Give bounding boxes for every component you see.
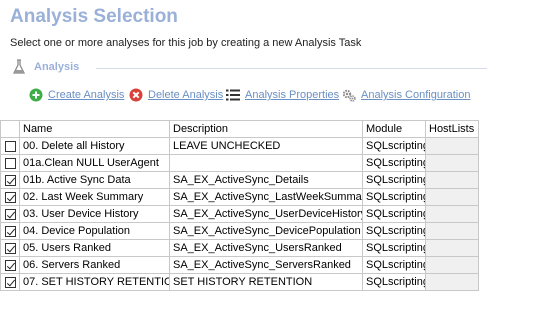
cell-name: 00. Delete all History (19, 137, 170, 155)
row-checkbox[interactable] (4, 242, 16, 254)
section-divider (96, 68, 487, 69)
cell-description: SA_EX_ActiveSync_UsersRanked (169, 239, 363, 257)
cell-description: SA_EX_ActiveSync_LastWeekSummary (169, 188, 363, 206)
cell-module: SQLscripting (362, 205, 426, 223)
flask-icon (12, 59, 26, 74)
column-header-hostlists[interactable]: HostLists (425, 120, 479, 138)
row-checkbox-cell[interactable] (0, 171, 20, 189)
cell-name: 05. Users Ranked (19, 239, 170, 257)
create-analysis-button[interactable]: Create Analysis (29, 86, 124, 104)
cell-name: 07. SET HISTORY RETENTION (19, 273, 170, 291)
cell-hostlists (425, 222, 479, 240)
cell-hostlists (425, 188, 479, 206)
cell-name: 03. User Device History (19, 205, 170, 223)
cell-hostlists (425, 154, 479, 172)
table-row[interactable]: 05. Users Ranked SA_EX_ActiveSync_UsersRa… (0, 239, 479, 257)
row-checkbox[interactable] (4, 208, 16, 220)
cell-description: SET HISTORY RETENTION (169, 273, 363, 291)
analysis-table: Name Description Module HostLists 00. De… (0, 120, 479, 291)
cell-module: SQLscripting (362, 171, 426, 189)
cell-module: SQLscripting (362, 137, 426, 155)
cell-name: 04. Device Population (19, 222, 170, 240)
cell-description (169, 154, 363, 172)
table-row[interactable]: 07. SET HISTORY RETENTION SET HISTORY RET… (0, 273, 479, 291)
cell-module: SQLscripting (362, 154, 426, 172)
row-checkbox[interactable] (4, 191, 16, 203)
row-checkbox-cell[interactable] (0, 205, 20, 223)
analysis-toolbar: Create Analysis Delete Analysis Analysis… (29, 86, 489, 104)
row-checkbox[interactable] (4, 157, 16, 169)
cell-hostlists (425, 137, 479, 155)
row-checkbox[interactable] (4, 140, 16, 152)
cell-hostlists (425, 273, 479, 291)
cell-hostlists (425, 239, 479, 257)
gears-icon (342, 89, 356, 102)
page-subtitle: Select one or more analyses for this job… (10, 37, 362, 49)
table-header-row: Name Description Module HostLists (0, 120, 479, 138)
row-checkbox-cell[interactable] (0, 188, 20, 206)
cell-name: 06. Servers Ranked (19, 256, 170, 274)
cell-description: LEAVE UNCHECKED (169, 137, 363, 155)
delete-analysis-button[interactable]: Delete Analysis (129, 86, 223, 104)
cell-description: SA_EX_ActiveSync_UserDeviceHistory (169, 205, 363, 223)
create-analysis-label[interactable]: Create Analysis (48, 89, 124, 101)
row-checkbox-cell[interactable] (0, 137, 20, 155)
table-row[interactable]: 00. Delete all History LEAVE UNCHECKED SQL… (0, 137, 479, 155)
row-checkbox-cell[interactable] (0, 222, 20, 240)
cell-name: 02. Last Week Summary (19, 188, 170, 206)
cell-module: SQLscripting (362, 222, 426, 240)
cell-name: 01a.Clean NULL UserAgent (19, 154, 170, 172)
row-checkbox[interactable] (4, 225, 16, 237)
analysis-configuration-label[interactable]: Analysis Configuration (361, 89, 470, 101)
plus-circle-icon (29, 88, 43, 102)
table-row[interactable]: 03. User Device History SA_EX_ActiveSync_… (0, 205, 479, 223)
cell-description: SA_EX_ActiveSync_Details (169, 171, 363, 189)
table-row[interactable]: 02. Last Week Summary SA_EX_ActiveSync_La… (0, 188, 479, 206)
column-header-module[interactable]: Module (362, 120, 426, 138)
table-row[interactable]: 06. Servers Ranked SA_EX_ActiveSync_Serve… (0, 256, 479, 274)
row-checkbox-cell[interactable] (0, 273, 20, 291)
analysis-properties-button[interactable]: Analysis Properties (226, 86, 339, 104)
row-checkbox[interactable] (4, 259, 16, 271)
analysis-configuration-button[interactable]: Analysis Configuration (342, 86, 470, 104)
cell-hostlists (425, 256, 479, 274)
analysis-properties-label[interactable]: Analysis Properties (245, 89, 339, 101)
table-row[interactable]: 01a.Clean NULL UserAgent SQLscripting (0, 154, 479, 172)
column-header-description[interactable]: Description (169, 120, 363, 138)
header-checkbox-cell (0, 120, 20, 138)
cell-module: SQLscripting (362, 239, 426, 257)
section-label: Analysis (34, 61, 80, 73)
row-checkbox-cell[interactable] (0, 239, 20, 257)
column-header-name[interactable]: Name (19, 120, 170, 138)
cell-hostlists (425, 205, 479, 223)
list-icon (226, 89, 240, 101)
row-checkbox-cell[interactable] (0, 256, 20, 274)
cell-module: SQLscripting (362, 273, 426, 291)
page-title: Analysis Selection (10, 6, 178, 27)
row-checkbox[interactable] (4, 174, 16, 186)
row-checkbox-cell[interactable] (0, 154, 20, 172)
cell-module: SQLscripting (362, 256, 426, 274)
cell-description: SA_EX_ActiveSync_DevicePopulation (169, 222, 363, 240)
cell-module: SQLscripting (362, 188, 426, 206)
delete-analysis-label[interactable]: Delete Analysis (148, 89, 223, 101)
analysis-section-header: Analysis (12, 58, 487, 78)
table-row[interactable]: 04. Device Population SA_EX_ActiveSync_De… (0, 222, 479, 240)
table-row[interactable]: 01b. Active Sync Data SA_EX_ActiveSync_De… (0, 171, 479, 189)
cell-description: SA_EX_ActiveSync_ServersRanked (169, 256, 363, 274)
cell-name: 01b. Active Sync Data (19, 171, 170, 189)
row-checkbox[interactable] (4, 276, 16, 288)
cell-hostlists (425, 171, 479, 189)
delete-circle-icon (129, 88, 143, 102)
